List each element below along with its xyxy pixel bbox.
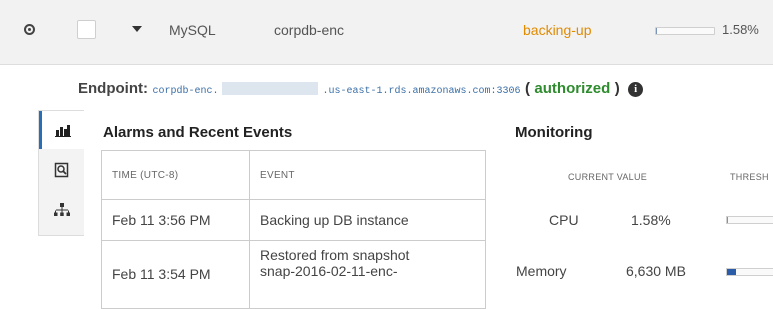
instance-row[interactable]: MySQL corpdb-enc backing-up 1.58% [0, 0, 773, 65]
hierarchy-icon [53, 203, 70, 216]
select-radio-icon[interactable] [24, 24, 35, 35]
status-badge: backing-up [523, 22, 592, 38]
table-row: Feb 11 3:56 PM Backing up DB instance [101, 199, 486, 241]
metric-value-memory: 6,630 MB [626, 263, 686, 279]
select-checkbox[interactable] [77, 20, 96, 39]
endpoint-line: Endpoint: corpdb-enc. .us-east-1.rds.amaz… [78, 80, 644, 100]
endpoint-label: Endpoint: [78, 80, 148, 97]
cpu-threshold-fill [727, 217, 728, 223]
endpoint-host-suffix[interactable]: .us-east-1.rds.amazonaws.com:3306 [322, 86, 520, 97]
col-header-threshold: THRESH [730, 172, 769, 182]
metric-name-memory: Memory [516, 263, 567, 279]
event-line[interactable]: snap-2016-02-11-enc- [260, 263, 398, 279]
metric-value-cpu: 1.58% [631, 212, 671, 228]
detail-tab-strip [38, 110, 84, 236]
memory-threshold-bar [726, 268, 773, 276]
event-description: Backing up DB instance [249, 199, 486, 241]
tab-configuration[interactable] [39, 191, 84, 229]
cpu-progress-bar [655, 27, 715, 35]
cpu-progress-fill [656, 28, 657, 34]
memory-threshold-fill [727, 269, 736, 275]
col-header-current-value: CURRENT VALUE [568, 172, 648, 182]
instance-identifier[interactable]: corpdb-enc [274, 22, 344, 38]
endpoint-close-paren: ) [614, 80, 620, 97]
alarms-title: Alarms and Recent Events [103, 124, 293, 141]
redacted-host-segment [222, 82, 319, 95]
authorization-status: authorized [534, 80, 611, 97]
table-row: Feb 11 3:54 PM Restored from snapshot sn… [101, 240, 486, 309]
metric-name-cpu: CPU [549, 212, 579, 228]
info-icon[interactable]: i [628, 82, 644, 97]
cpu-percent-label: 1.58% [722, 22, 759, 37]
event-time: Feb 11 3:56 PM [101, 199, 250, 241]
endpoint-open-paren: ( [524, 80, 530, 97]
endpoint-host-prefix[interactable]: corpdb-enc. [152, 86, 218, 97]
tab-monitoring[interactable] [39, 111, 84, 149]
event-description: Restored from snapshot snap-2016-02-11-e… [249, 240, 486, 309]
monitoring-title: Monitoring [515, 124, 593, 141]
engine-label: MySQL [169, 22, 216, 38]
event-line: Restored from snapshot [260, 247, 410, 263]
col-header-event[interactable]: EVENT [249, 150, 486, 200]
cpu-threshold-bar [726, 216, 773, 224]
search-log-icon [54, 162, 68, 178]
tab-logs[interactable] [39, 151, 84, 189]
event-time: Feb 11 3:54 PM [101, 240, 250, 309]
col-header-time[interactable]: TIME (UTC-8) [101, 150, 250, 200]
expand-caret-icon[interactable] [132, 26, 142, 32]
events-table: TIME (UTC-8) EVENT Feb 11 3:56 PM Backin… [101, 150, 486, 309]
bar-chart-icon [55, 125, 71, 137]
